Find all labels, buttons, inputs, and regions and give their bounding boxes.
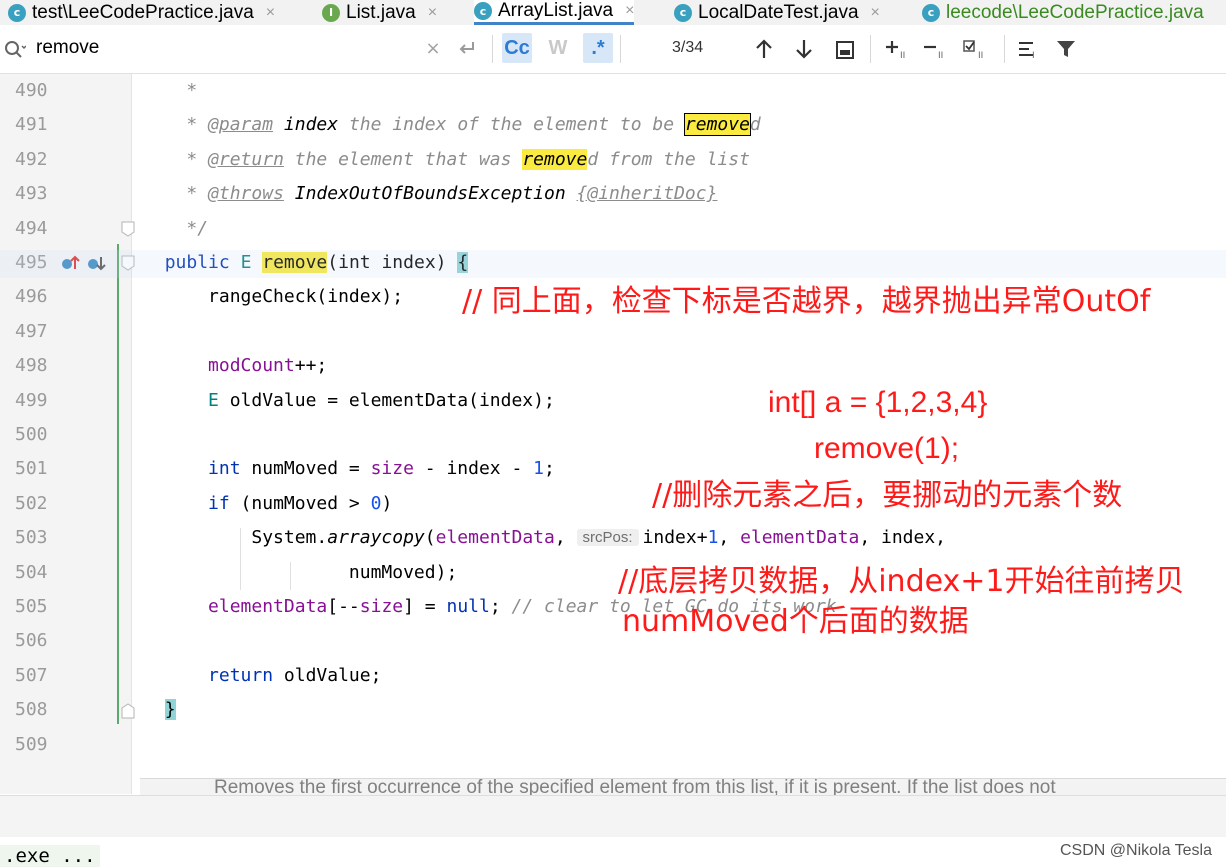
tab-label: leecode\LeeCodePractice.java — [946, 1, 1204, 23]
find-bar: × Cc W .* 3/34 II II II I — [0, 25, 1226, 74]
new-line-icon[interactable] — [456, 39, 478, 59]
bottom-panel — [0, 795, 1226, 838]
documentation-text: Removes the first occurrence of the spec… — [214, 778, 1056, 796]
run-item[interactable]: .exe ... — [0, 845, 100, 867]
code-line-502: if (numMoved > 0) — [208, 493, 393, 514]
search-match: remove — [522, 149, 588, 170]
tab-localdatetest-java[interactable]: c LocalDateTest.java × — [674, 0, 880, 25]
toolbar-separator — [620, 35, 621, 63]
run-tool-strip: .exe ... — [0, 837, 1226, 867]
parameter-hint: srcPos: — [576, 529, 639, 546]
annotation-range-check: // 同上面，检查下标是否越界，越界抛出异常OutOf — [462, 284, 1151, 319]
tab-arraylist-java[interactable]: c ArrayList.java × — [474, 0, 635, 25]
code-line-495: public E remove(int index) { — [164, 252, 469, 273]
previous-occurrence-icon[interactable] — [752, 37, 776, 61]
annotation-array-example: int[] a = {1,2,3,4} — [768, 386, 988, 419]
toolbar-separator — [492, 35, 493, 63]
code-line-503: System.arraycopy(elementData, srcPos: ind… — [251, 527, 947, 548]
svg-text:II: II — [900, 51, 905, 60]
annotation-num-moved-data: numMoved个后面的数据 — [622, 604, 969, 639]
code-editor[interactable]: 490 491 492 493 494 495 496 497 498 499 … — [0, 74, 1226, 794]
code-line-494: */ — [186, 218, 209, 239]
annotation-num-moved: //删除元素之后，要挪动的元素个数 — [652, 478, 1123, 513]
matched-brace: } — [164, 699, 176, 720]
search-match-current: remove — [683, 113, 751, 136]
select-all-occurrences-icon[interactable] — [833, 38, 857, 62]
svg-text:II: II — [978, 51, 983, 60]
filter-icon[interactable] — [1054, 37, 1078, 61]
tab-label: List.java — [346, 1, 416, 23]
toolbar-separator — [870, 35, 871, 63]
match-case-toggle[interactable]: Cc — [502, 33, 532, 63]
class-icon: c — [922, 3, 940, 22]
close-icon[interactable]: × — [625, 2, 634, 20]
close-icon[interactable]: × — [428, 4, 437, 22]
svg-text:II: II — [938, 51, 943, 60]
clear-search-icon[interactable]: × — [424, 38, 442, 59]
code-line-490: * — [186, 80, 198, 101]
interface-icon: I — [322, 3, 340, 22]
watermark: CSDN @Nikola Tesla — [1060, 842, 1212, 859]
tab-test-leecodepractice[interactable]: c test\LeeCodePractice.java × — [8, 0, 275, 25]
code-line-501: int numMoved = size - index - 1; — [208, 458, 555, 479]
toolbar-separator — [1004, 35, 1005, 63]
tab-list-java[interactable]: I List.java × — [322, 0, 437, 25]
code-line-504: numMoved); — [348, 562, 458, 583]
select-occurrences-icon[interactable]: II — [962, 37, 990, 61]
search-match: remove — [262, 252, 328, 273]
documentation-popup[interactable]: Removes the first occurrence of the spec… — [140, 778, 1226, 796]
code-line-491: * @param index the index of the element … — [186, 113, 761, 136]
code-line-507: return oldValue; — [208, 665, 382, 686]
regex-toggle[interactable]: .* — [583, 33, 613, 63]
annotation-arraycopy: //底层拷贝数据，从index+1开始往前拷贝 — [618, 564, 1185, 599]
code-area[interactable]: * * @param index the index of the elemen… — [0, 74, 1226, 794]
code-line-498: modCount++; — [208, 355, 328, 376]
code-line-493: * @throws IndexOutOfBoundsException {@in… — [186, 183, 718, 204]
matched-brace: { — [457, 252, 469, 273]
match-count: 3/34 — [672, 39, 704, 56]
whole-words-toggle[interactable]: W — [543, 33, 573, 63]
code-line-492: * @return the element that was removed f… — [186, 149, 750, 170]
close-icon[interactable]: × — [266, 4, 275, 22]
tab-leecode-leecodepractice[interactable]: c leecode\LeeCodePractice.java — [922, 0, 1204, 25]
code-line-508: } — [143, 699, 176, 720]
class-icon: c — [674, 3, 692, 22]
editor-tab-bar: c test\LeeCodePractice.java × I List.jav… — [0, 0, 1226, 26]
tab-label: LocalDateTest.java — [698, 1, 859, 23]
annotation-remove-call: remove(1); — [814, 432, 960, 465]
options-menu-icon[interactable]: I — [1016, 37, 1042, 61]
tab-label: ArrayList.java — [498, 0, 614, 21]
close-icon[interactable]: × — [871, 4, 880, 22]
code-line-496: rangeCheck(index); — [208, 286, 404, 307]
search-icon[interactable] — [4, 39, 26, 61]
search-input[interactable] — [36, 37, 416, 59]
code-line-499: E oldValue = elementData(index); — [208, 390, 555, 411]
class-icon: c — [474, 2, 492, 20]
next-occurrence-icon[interactable] — [792, 37, 816, 61]
class-icon: c — [8, 3, 26, 22]
add-occurrence-icon[interactable]: II — [884, 37, 912, 61]
remove-occurrence-icon[interactable]: II — [922, 37, 950, 61]
tab-label: test\LeeCodePractice.java — [32, 1, 254, 23]
svg-text:I: I — [1032, 51, 1035, 60]
